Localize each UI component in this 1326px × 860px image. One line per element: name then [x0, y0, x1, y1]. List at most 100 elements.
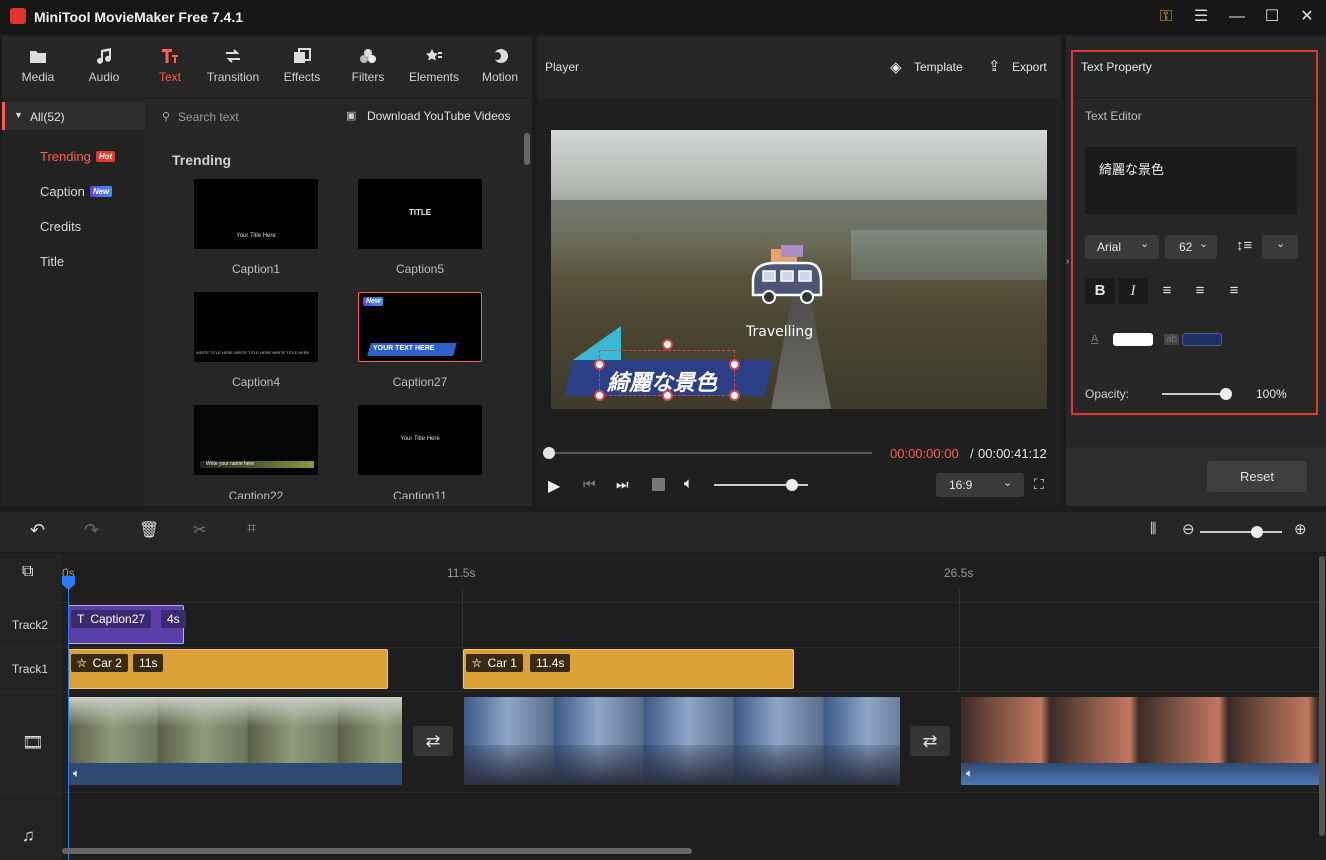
align-right-icon[interactable]: ≡	[1219, 278, 1249, 304]
volume-knob[interactable]	[786, 479, 799, 491]
redo-icon[interactable]: ↷	[84, 520, 99, 541]
clip-audio-icon[interactable]: 🔈︎	[966, 766, 973, 781]
current-time: 00:00:00:00	[890, 446, 959, 461]
text-property-title: Text Property	[1081, 60, 1152, 74]
caption5-thumbnail[interactable]: TITLE	[358, 179, 482, 249]
reset-button[interactable]: Reset	[1207, 461, 1307, 492]
menu-icon[interactable]: ☰	[1188, 6, 1214, 28]
highlight-box	[1071, 50, 1318, 415]
resize-handle[interactable]	[594, 390, 605, 401]
resize-handle[interactable]	[594, 359, 605, 370]
background-color-swatch[interactable]	[1182, 333, 1222, 346]
bold-button[interactable]: B	[1085, 278, 1115, 304]
fullscreen-icon[interactable]: ⛶	[1034, 476, 1044, 493]
new-badge: New	[363, 297, 384, 306]
volume-icon[interactable]: 🔈︎	[684, 475, 693, 492]
car1-clip[interactable]: ⛦ Car 1 11.4s	[463, 649, 794, 689]
fit-timeline-icon[interactable]: ⫼	[1150, 520, 1156, 537]
element-clip-icon: ⛦	[472, 656, 482, 670]
transition-button[interactable]: ⇄	[910, 726, 950, 756]
toolbar-filters[interactable]: Filters	[335, 40, 401, 96]
line-spacing-icon[interactable]: ↕≡	[1236, 237, 1252, 254]
maximize-button[interactable]: ☐	[1259, 6, 1285, 28]
transition-button[interactable]: ⇄	[413, 726, 453, 756]
add-track-icon[interactable]: ⧉	[22, 563, 33, 581]
playhead[interactable]	[68, 577, 69, 860]
caption22-label: Caption22	[228, 489, 284, 499]
zoom-out-icon[interactable]: ⊖	[1182, 520, 1195, 538]
video-clip-2[interactable]	[464, 697, 900, 785]
text-clip-icon: T	[77, 612, 85, 626]
font-value: Arial	[1097, 240, 1122, 254]
resize-handle[interactable]	[729, 390, 740, 401]
zoom-in-icon[interactable]: ⊕	[1294, 520, 1307, 538]
split-icon[interactable]: ✂︎	[193, 520, 206, 540]
caption-clip-duration: 4s	[161, 610, 186, 628]
clip-audio-icon[interactable]: 🔈︎	[73, 766, 80, 781]
category-title[interactable]: Title	[40, 254, 64, 269]
timeline-vertical-scrollbar[interactable]	[1319, 556, 1325, 836]
text-color-swatch[interactable]	[1113, 333, 1153, 346]
align-center-icon[interactable]: ≡	[1185, 278, 1215, 304]
rotate-handle[interactable]	[662, 339, 673, 350]
toolbar-transition[interactable]: Transition	[200, 40, 266, 96]
caption11-thumbnail[interactable]: Your Title Here	[358, 405, 482, 475]
undo-icon[interactable]: ↶	[30, 520, 45, 541]
download-youtube-button[interactable]: Download YouTube Videos	[367, 109, 510, 123]
next-frame-button[interactable]: ⏭	[616, 476, 629, 493]
stop-button[interactable]	[652, 478, 665, 491]
resize-handle[interactable]	[729, 359, 740, 370]
car2-clip-duration: 11s	[133, 654, 164, 672]
all-category[interactable]	[2, 102, 145, 130]
toolbar-elements[interactable]: Elements	[401, 40, 467, 96]
export-button[interactable]: Export	[1012, 60, 1047, 74]
align-left-icon[interactable]: ≡	[1152, 278, 1182, 304]
background-color-icon: ab	[1164, 334, 1180, 345]
chevron-down-icon: ⌄	[1140, 238, 1150, 250]
transition-icon	[226, 49, 240, 63]
video-preview[interactable]: Travelling 綺麗な景色	[551, 130, 1047, 409]
play-button[interactable]: ▶	[548, 476, 560, 496]
toolbar-media[interactable]: Media	[5, 40, 71, 96]
toolbar-audio[interactable]: Audio	[71, 40, 137, 96]
search-input[interactable]: Search text	[178, 110, 239, 124]
timeline-horizontal-scrollbar[interactable]	[62, 848, 692, 854]
library-scrollbar[interactable]	[524, 133, 530, 165]
delete-icon[interactable]: 🗑︎	[139, 520, 159, 540]
toolbar-text[interactable]: Text	[137, 40, 203, 96]
zoom-slider[interactable]	[1200, 531, 1282, 533]
category-trending[interactable]: Trending Hot	[40, 149, 116, 164]
caption4-thumbnail[interactable]: WRITE TITLE HERE WRITE TITLE HERE WRITE …	[194, 292, 318, 362]
video-clip-1[interactable]: 🔈︎	[68, 697, 402, 785]
template-button[interactable]: Template	[914, 60, 963, 74]
caption22-thumbnail[interactable]: Write your name here	[194, 405, 318, 475]
collapse-arrow-icon: ▼	[14, 110, 23, 120]
caption1-label: Caption1	[231, 262, 281, 276]
category-credits[interactable]: Credits	[40, 219, 81, 234]
resize-handle[interactable]	[662, 390, 673, 401]
category-caption[interactable]: Caption New	[40, 184, 113, 199]
caption4-label: Caption4	[231, 375, 281, 389]
car2-clip[interactable]: ⛦ Car 2 11s	[68, 649, 388, 689]
prev-frame-button[interactable]: ⏮	[583, 476, 596, 493]
key-icon[interactable]: ⚿	[1153, 6, 1179, 28]
toolbar-effects[interactable]: Effects	[269, 40, 335, 96]
text-editor-input[interactable]	[1085, 147, 1297, 214]
crop-icon[interactable]: ⌗	[247, 520, 256, 538]
close-button[interactable]: ✕	[1294, 6, 1320, 28]
progress-knob[interactable]	[543, 447, 555, 459]
opacity-knob[interactable]	[1220, 388, 1232, 400]
caption5-label: Caption5	[395, 262, 445, 276]
italic-button[interactable]: I	[1118, 278, 1148, 304]
minimize-button[interactable]: —	[1224, 6, 1250, 28]
progress-bar[interactable]	[549, 452, 872, 454]
caption27-label: Caption27	[392, 375, 448, 389]
caption-clip[interactable]: T Caption27 4s	[68, 605, 186, 644]
motion-icon	[493, 49, 508, 63]
video-clip-3[interactable]: 🔈︎	[961, 697, 1321, 785]
caption1-thumbnail[interactable]: Your Title Here	[194, 179, 318, 249]
collapse-panel-icon[interactable]: ›	[1066, 256, 1069, 267]
toolbar-motion[interactable]: Motion	[467, 40, 533, 96]
opacity-slider[interactable]	[1162, 393, 1226, 395]
caption27-thumbnail[interactable]: New YOUR TEXT HERE	[358, 292, 482, 362]
